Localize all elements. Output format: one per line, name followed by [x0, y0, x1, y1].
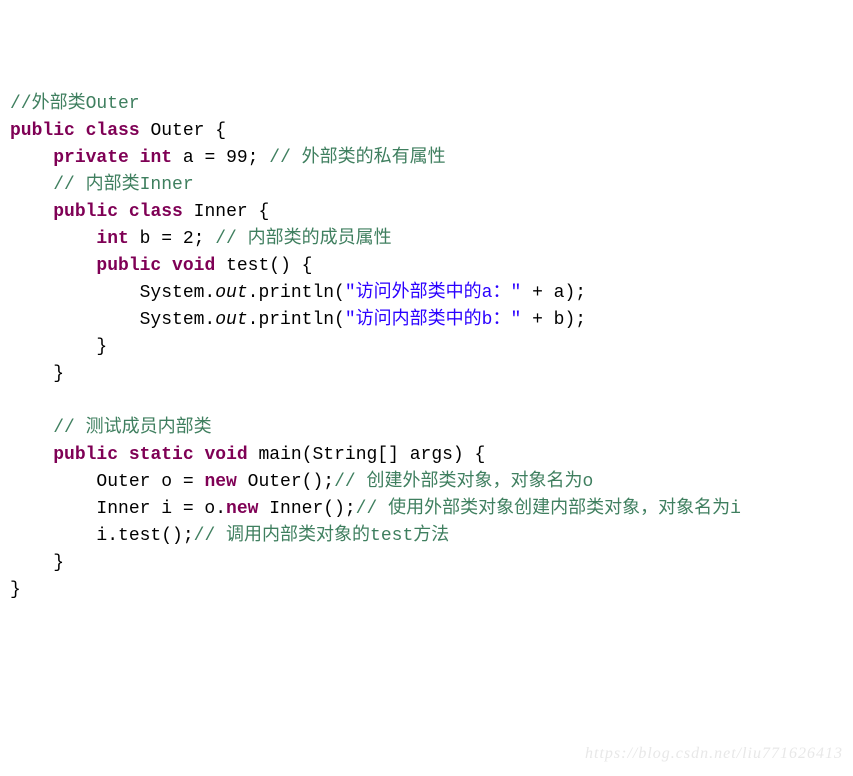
- watermark: https://blog.csdn.net/liu771626413: [585, 742, 843, 766]
- code-block: //外部类Outer public class Outer { private …: [10, 91, 843, 604]
